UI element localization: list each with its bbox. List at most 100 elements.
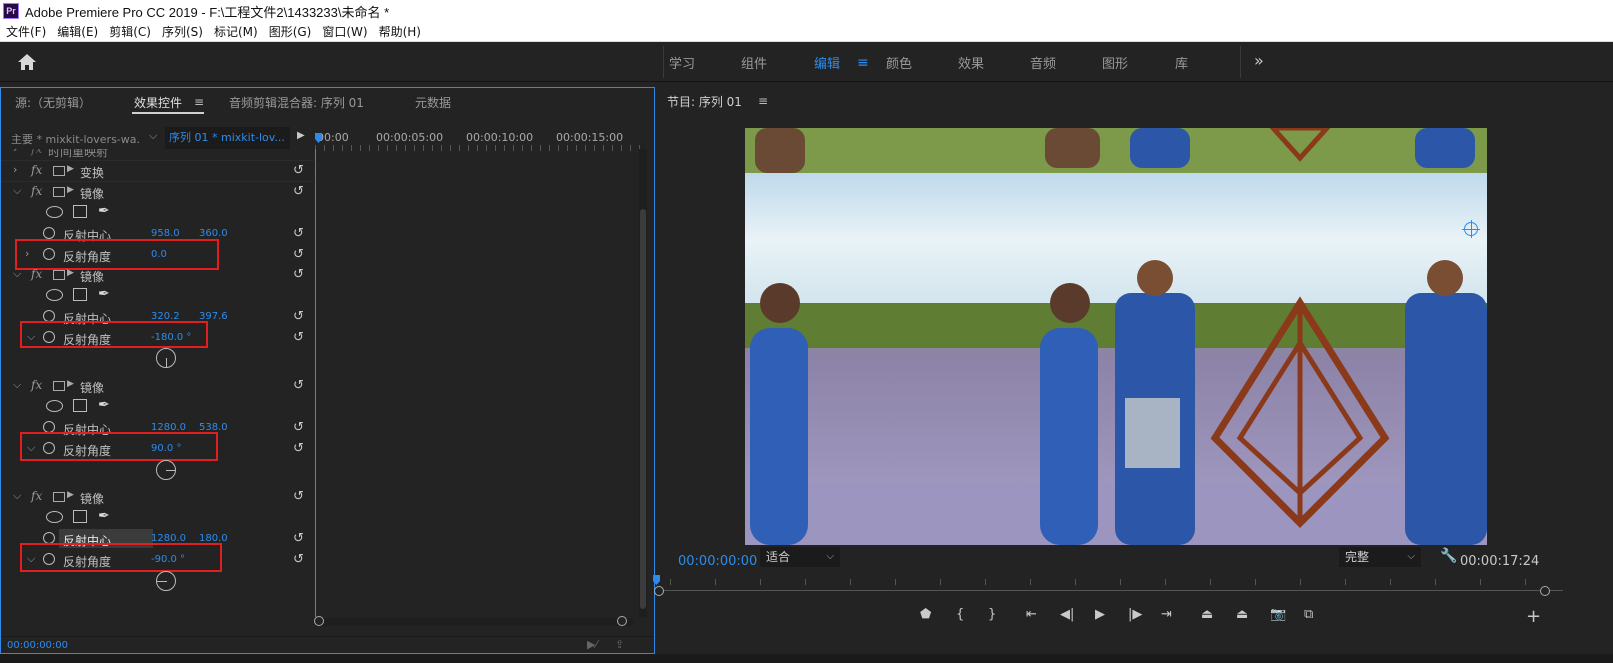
timeline-zoom-scrollbar[interactable] xyxy=(314,616,633,626)
ellipse-mask-icon[interactable] xyxy=(46,400,63,412)
program-zoom-scrollbar[interactable] xyxy=(654,586,1563,596)
home-icon[interactable] xyxy=(16,52,38,72)
comparison-view-icon[interactable]: ⧉ xyxy=(1304,607,1313,622)
reset-icon[interactable]: ↺ xyxy=(293,552,304,567)
fx-badge-icon[interactable]: fx xyxy=(31,163,42,177)
menu-sequence[interactable]: 序列(S) xyxy=(162,23,203,40)
reset-icon[interactable]: ↺ xyxy=(293,531,304,546)
workspace-learning[interactable]: 学习 xyxy=(669,53,695,72)
effect-row-mirror[interactable]: ⌵ fx ▶ 镜像 ↺ xyxy=(1,376,314,397)
extract-icon[interactable]: ⏏ xyxy=(1236,607,1248,622)
mark-in-icon[interactable]: { xyxy=(956,607,964,622)
workspace-assembly[interactable]: 组件 xyxy=(741,53,767,72)
tab-audio-clip-mixer[interactable]: 音频剪辑混合器: 序列 01 xyxy=(229,94,364,111)
menu-edit[interactable]: 编辑(E) xyxy=(57,23,98,40)
zoom-level-select[interactable]: 适合 ⌵ xyxy=(760,547,840,567)
sequence-clip-selector[interactable]: 序列 01 * mixkit-lov... xyxy=(165,127,290,149)
menu-markers[interactable]: 标记(M) xyxy=(214,23,258,40)
play-only-icon[interactable]: ▶ xyxy=(297,130,305,141)
twirl-icon[interactable]: › xyxy=(13,149,17,155)
reset-icon[interactable]: ↺ xyxy=(293,441,304,456)
twirl-icon[interactable]: › xyxy=(13,163,17,176)
play-icon[interactable]: ▶ xyxy=(1095,607,1105,622)
twirl-open-icon[interactable]: ⌵ xyxy=(13,378,21,392)
menu-window[interactable]: 窗口(W) xyxy=(322,23,367,40)
tab-source[interactable]: 源:（无剪辑） xyxy=(15,94,91,111)
lift-icon[interactable]: ⏏ xyxy=(1201,607,1213,622)
pen-mask-icon[interactable]: ✒ xyxy=(98,397,110,413)
step-back-icon[interactable]: ◀| xyxy=(1060,607,1074,622)
workspace-effects[interactable]: 效果 xyxy=(958,53,984,72)
mark-out-icon[interactable]: } xyxy=(988,607,996,622)
reset-icon[interactable]: ↺ xyxy=(293,420,304,435)
playhead-timecode[interactable]: 00:00:00:00 xyxy=(678,554,757,569)
menu-graphics[interactable]: 图形(G) xyxy=(269,23,312,40)
menu-clip[interactable]: 剪辑(C) xyxy=(109,23,151,40)
tab-metadata[interactable]: 元数据 xyxy=(415,94,451,111)
effect-row-transform[interactable]: › fx ▶ 变换 ↺ xyxy=(1,161,314,182)
effect-timeline-ruler[interactable]: 00:00 00:00:05:00 00:00:10:00 00:00:15:0… xyxy=(315,127,640,151)
reset-icon[interactable]: ↺ xyxy=(293,378,304,393)
rectangle-mask-icon[interactable] xyxy=(73,205,87,218)
go-to-out-icon[interactable]: ⇥ xyxy=(1161,607,1172,622)
center-y-value[interactable]: 360.0 xyxy=(199,228,228,239)
pen-mask-icon[interactable]: ✒ xyxy=(98,286,110,302)
scrollbar-thumb[interactable] xyxy=(640,209,646,609)
workspace-audio[interactable]: 音频 xyxy=(1030,53,1056,72)
workspace-editing[interactable]: 编辑 xyxy=(814,53,840,72)
current-time-readout[interactable]: 00:00:00:00 xyxy=(7,640,68,651)
workspace-color[interactable]: 颜色 xyxy=(886,53,912,72)
effect-row-mirror[interactable]: ⌵ fx ▶ 镜像 ↺ xyxy=(1,487,314,508)
button-editor-icon[interactable]: + xyxy=(1526,606,1541,627)
menu-file[interactable]: 文件(F) xyxy=(6,23,46,40)
twirl-open-icon[interactable]: ⌵ xyxy=(13,489,21,503)
fx-badge-icon[interactable]: fx xyxy=(31,378,42,392)
rectangle-mask-icon[interactable] xyxy=(73,510,87,523)
fx-badge-icon[interactable]: fx xyxy=(31,184,42,198)
fx-badge-icon[interactable]: fx xyxy=(31,267,42,281)
scroll-handle-left[interactable] xyxy=(654,586,664,596)
twirl-open-icon[interactable]: ⌵ xyxy=(13,267,21,281)
reset-icon[interactable]: ↺ xyxy=(293,163,304,178)
workspace-libraries[interactable]: 库 xyxy=(1175,53,1188,72)
reset-icon[interactable]: ↺ xyxy=(293,267,304,282)
tab-effect-controls[interactable]: 效果控件 xyxy=(134,94,182,111)
rectangle-mask-icon[interactable] xyxy=(73,288,87,301)
ellipse-mask-icon[interactable] xyxy=(46,289,63,301)
reset-icon[interactable]: ↺ xyxy=(293,226,304,241)
stopwatch-icon[interactable] xyxy=(43,227,55,239)
scroll-handle-left[interactable] xyxy=(314,616,324,626)
scroll-handle-right[interactable] xyxy=(1540,586,1550,596)
reset-icon[interactable]: ↺ xyxy=(293,184,304,199)
reset-icon[interactable]: ↺ xyxy=(293,309,304,324)
reset-icon[interactable]: ↺ xyxy=(293,330,304,345)
transform-icon[interactable] xyxy=(53,270,65,280)
effect-row-mirror[interactable]: ⌵ fx ▶ 镜像 ↺ xyxy=(1,265,314,286)
filter-icon[interactable]: ▶⁄ xyxy=(587,638,597,651)
ellipse-mask-icon[interactable] xyxy=(46,511,63,523)
fx-badge-icon[interactable]: fx xyxy=(31,149,42,156)
workspace-menu-icon[interactable]: ≡ xyxy=(857,55,869,71)
angle-dial[interactable] xyxy=(156,571,176,591)
export-icon[interactable]: ⇪ xyxy=(615,638,624,651)
transform-icon[interactable] xyxy=(53,166,65,176)
transform-icon[interactable] xyxy=(53,381,65,391)
more-workspaces-icon[interactable]: » xyxy=(1254,51,1264,70)
pen-mask-icon[interactable]: ✒ xyxy=(98,203,110,219)
reset-icon[interactable]: ↺ xyxy=(293,247,304,262)
menu-help[interactable]: 帮助(H) xyxy=(379,23,421,40)
ellipse-mask-icon[interactable] xyxy=(46,206,63,218)
twirl-open-icon[interactable]: ⌵ xyxy=(13,184,21,198)
effect-row-mirror[interactable]: ⌵ fx ▶ 镜像 ↺ xyxy=(1,182,314,203)
program-time-ruler[interactable] xyxy=(653,575,1563,589)
fx-badge-icon[interactable]: fx xyxy=(31,489,42,503)
go-to-in-icon[interactable]: ⇤ xyxy=(1026,607,1037,622)
workspace-graphics[interactable]: 图形 xyxy=(1102,53,1128,72)
center-x-value[interactable]: 958.0 xyxy=(151,228,180,239)
step-forward-icon[interactable]: |▶ xyxy=(1128,607,1142,622)
playback-resolution-select[interactable]: 完整 ⌵ xyxy=(1339,547,1421,567)
add-marker-icon[interactable]: ⬟ xyxy=(920,607,931,622)
panel-menu-icon[interactable]: ≡ xyxy=(194,95,204,109)
pen-mask-icon[interactable]: ✒ xyxy=(98,508,110,524)
panel-menu-icon[interactable]: ≡ xyxy=(758,94,768,108)
